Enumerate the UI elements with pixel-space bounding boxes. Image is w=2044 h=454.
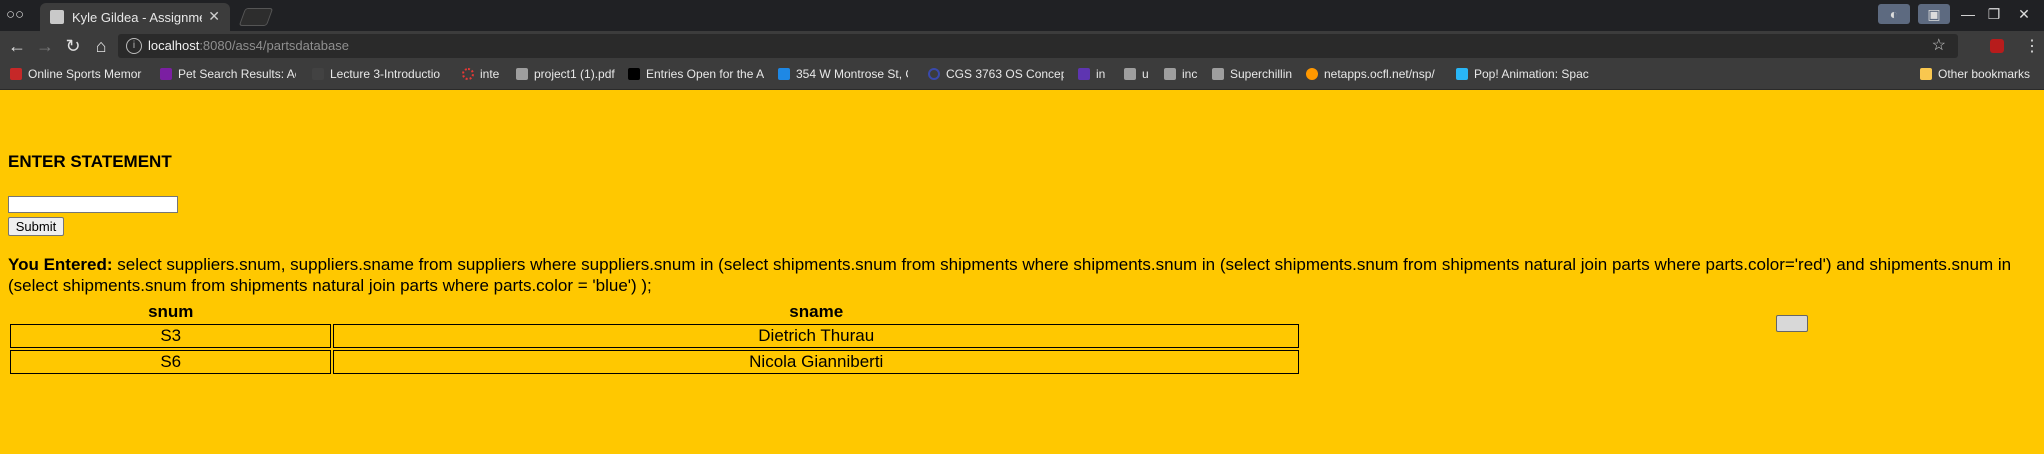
cell-sname: Nicola Gianniberti bbox=[333, 350, 1299, 374]
bookmark-label: in bbox=[1096, 67, 1106, 81]
bookmark-favicon-icon bbox=[312, 68, 324, 80]
bookmark-favicon-icon bbox=[1212, 68, 1224, 80]
bookmark-item[interactable]: inte bbox=[462, 67, 514, 83]
entered-query-text: select suppliers.snum, suppliers.sname f… bbox=[8, 255, 2012, 295]
bookmark-label: Lecture 3-Introductio bbox=[330, 67, 441, 81]
bookmark-favicon-icon bbox=[1164, 68, 1176, 80]
tab-close-icon[interactable]: ✕ bbox=[208, 8, 220, 25]
maximize-button[interactable]: ❐ bbox=[1984, 4, 2004, 24]
tab-strip: ○○ Kyle Gildea - Assignment ✕ ◐ ▣ — ❐ ✕ bbox=[0, 0, 2044, 31]
bookmark-label: netapps.ocfl.net/nsp/ bbox=[1324, 67, 1435, 81]
extension-icon[interactable]: ◐ bbox=[1878, 4, 1910, 24]
bookmark-label: CGS 3763 OS Concep bbox=[946, 67, 1064, 81]
bookmark-label: Pet Search Results: Ac bbox=[178, 67, 296, 81]
bookmark-item[interactable]: Superchillin bbox=[1212, 67, 1298, 83]
bookmark-label: Entries Open for the A bbox=[646, 67, 764, 81]
bookmark-item[interactable]: in bbox=[1078, 67, 1112, 83]
cell-sname: Dietrich Thurau bbox=[333, 324, 1299, 348]
bookmark-item[interactable]: Online Sports Memor bbox=[10, 67, 146, 83]
bookmark-label: Superchillin bbox=[1230, 67, 1293, 81]
bookmark-favicon-icon bbox=[462, 68, 474, 80]
bookmark-item[interactable]: 354 W Montrose St, C bbox=[778, 67, 908, 83]
bookmark-item[interactable]: netapps.ocfl.net/nsp/ bbox=[1306, 67, 1444, 83]
bookmark-label: inte bbox=[480, 67, 500, 81]
bookmark-label: project1 (1).pdf bbox=[534, 67, 615, 81]
back-arrow-icon[interactable]: ← bbox=[6, 35, 28, 57]
submit-button[interactable]: Submit bbox=[8, 217, 64, 236]
other-bookmarks-label: Other bookmarks bbox=[1938, 67, 2031, 81]
bookmark-label: Pop! Animation: Spac bbox=[1474, 67, 1589, 81]
bookmark-item[interactable]: u bbox=[1124, 67, 1150, 83]
page-heading: ENTER STATEMENT bbox=[8, 152, 172, 171]
entered-statement: You Entered: select suppliers.snum, supp… bbox=[8, 254, 2028, 296]
floating-extension-button[interactable] bbox=[1776, 315, 1808, 332]
extension-icon[interactable]: ▣ bbox=[1918, 4, 1950, 24]
bookmark-favicon-icon bbox=[516, 68, 528, 80]
tab-favicon-icon bbox=[50, 10, 64, 24]
column-header-snum: snum bbox=[148, 302, 194, 321]
other-bookmarks[interactable]: Other bookmarks bbox=[1920, 67, 2038, 83]
browser-toolbar: ← → ↻ ⌂ i localhost:8080/ass4/partsdatab… bbox=[0, 31, 2044, 61]
bookmark-item[interactable]: inc bbox=[1164, 67, 1204, 83]
bookmark-item[interactable]: Entries Open for the A bbox=[628, 67, 764, 83]
reload-icon[interactable]: ↻ bbox=[62, 35, 84, 57]
bookmark-item[interactable]: Pet Search Results: Ac bbox=[160, 67, 296, 83]
bookmark-label: u bbox=[1142, 67, 1149, 81]
column-header-sname: sname bbox=[789, 302, 844, 321]
bookmark-label: Online Sports Memor bbox=[28, 67, 142, 81]
home-icon[interactable]: ⌂ bbox=[90, 35, 112, 57]
url-text[interactable]: localhost:8080/ass4/partsdatabase bbox=[148, 38, 349, 53]
minimize-button[interactable]: — bbox=[1958, 4, 1978, 24]
new-tab-button[interactable] bbox=[238, 8, 274, 26]
browser-tab-active[interactable]: Kyle Gildea - Assignment ✕ bbox=[40, 3, 230, 31]
bookmark-favicon-icon bbox=[1124, 68, 1136, 80]
bookmark-item[interactable]: project1 (1).pdf bbox=[516, 67, 622, 83]
bookmark-favicon-icon bbox=[778, 68, 790, 80]
tab-title: Kyle Gildea - Assignment bbox=[72, 10, 202, 25]
ublock-extension-icon[interactable] bbox=[1990, 39, 2004, 53]
folder-icon bbox=[1920, 68, 1932, 80]
results-table: snum sname S3 Dietrich Thurau S6 Nicola … bbox=[8, 300, 1301, 376]
address-bar[interactable]: i localhost:8080/ass4/partsdatabase ☆ bbox=[118, 34, 1958, 58]
bookmark-item[interactable]: Pop! Animation: Spac bbox=[1456, 67, 1592, 83]
forward-arrow-icon[interactable]: → bbox=[34, 35, 56, 57]
bookmark-item[interactable]: CGS 3763 OS Concep bbox=[928, 67, 1064, 83]
cell-snum: S6 bbox=[10, 350, 332, 374]
bookmark-favicon-icon bbox=[1456, 68, 1468, 80]
url-path: :8080/ass4/partsdatabase bbox=[199, 38, 349, 53]
bookmark-star-icon[interactable]: ☆ bbox=[1932, 35, 1946, 55]
statement-input[interactable] bbox=[8, 196, 178, 213]
bookmark-favicon-icon bbox=[1078, 68, 1090, 80]
bookmark-favicon-icon bbox=[10, 68, 22, 80]
bookmark-label: inc bbox=[1182, 67, 1198, 81]
bookmark-favicon-icon bbox=[628, 68, 640, 80]
table-header-row: snum sname bbox=[10, 302, 1299, 322]
bookmark-favicon-icon bbox=[1306, 68, 1318, 80]
menu-kebab-icon[interactable]: ⋮ bbox=[2024, 36, 2040, 56]
incognito-icon: ○○ bbox=[6, 6, 25, 23]
close-window-button[interactable]: ✕ bbox=[2014, 4, 2034, 24]
bookmarks-bar: Online Sports Memor Pet Search Results: … bbox=[0, 61, 2044, 90]
table-row: S6 Nicola Gianniberti bbox=[10, 350, 1299, 374]
cell-snum: S3 bbox=[10, 324, 332, 348]
url-host: localhost bbox=[148, 38, 200, 53]
bookmark-label: 354 W Montrose St, C bbox=[796, 67, 908, 81]
entered-label: You Entered: bbox=[8, 255, 113, 274]
info-icon[interactable]: i bbox=[126, 38, 142, 54]
bookmark-favicon-icon bbox=[160, 68, 172, 80]
bookmark-favicon-icon bbox=[928, 68, 940, 80]
bookmark-item[interactable]: Lecture 3-Introductio bbox=[312, 67, 446, 83]
table-row: S3 Dietrich Thurau bbox=[10, 324, 1299, 348]
